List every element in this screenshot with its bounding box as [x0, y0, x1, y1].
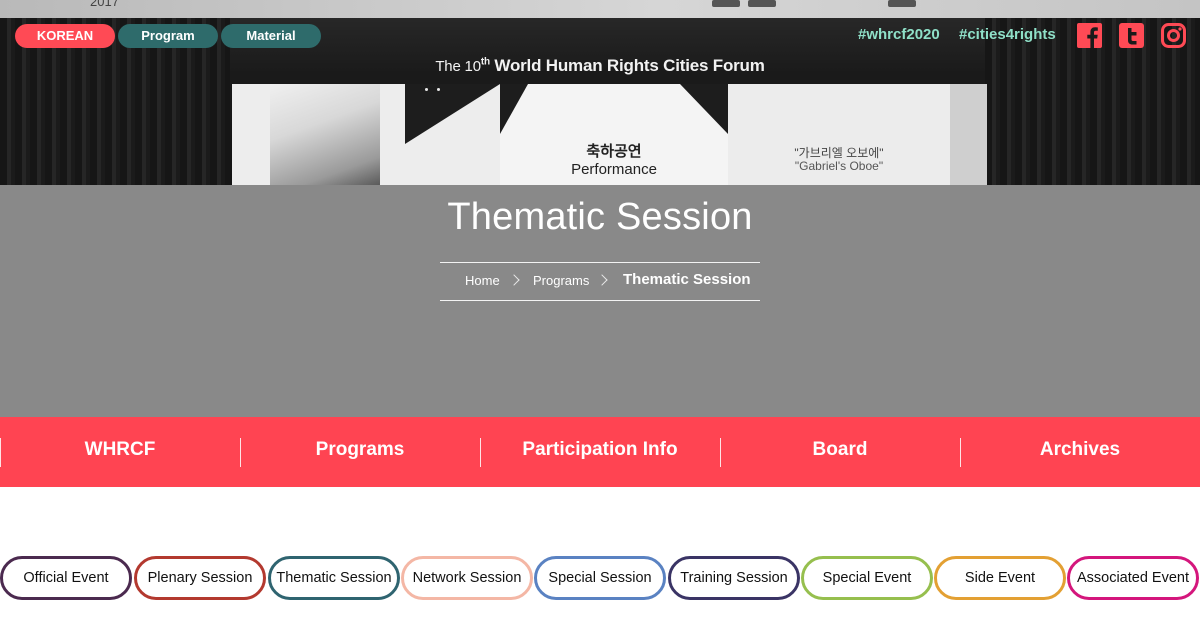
stage-title-pre: The 10	[435, 58, 481, 75]
tab-official-event[interactable]: Official Event	[0, 556, 132, 600]
hashtag-whrcf2020-link[interactable]: #whrcf2020	[858, 26, 940, 43]
nav-item-board[interactable]: Board	[720, 417, 960, 487]
tab-side-event[interactable]: Side Event	[934, 556, 1066, 600]
tab-special-session[interactable]: Special Session	[534, 556, 666, 600]
screen-right-en: "Gabriel's Oboe"	[794, 159, 884, 173]
nav-item-programs[interactable]: Programs	[240, 417, 480, 487]
hero-banner: 2017 축하공연 Performance "가브리엘 오보에" "Gabrie…	[0, 0, 1200, 185]
stage-title-sup: th	[480, 56, 490, 68]
sponsor-mark	[888, 0, 916, 7]
stage-photo	[270, 84, 380, 185]
tab-network-session[interactable]: Network Session	[401, 556, 533, 600]
screen-center-en: Performance	[571, 161, 657, 178]
chevron-right-icon	[508, 274, 520, 286]
tab-plenary-session[interactable]: Plenary Session	[134, 556, 266, 600]
main-navigation: WHRCF Programs Participation Info Board …	[0, 417, 1200, 487]
stage-truss	[680, 84, 728, 134]
session-category-tabs: Official Event Plenary Session Thematic …	[0, 556, 1200, 601]
sponsor-mark	[712, 0, 740, 7]
twitter-icon[interactable]	[1119, 23, 1144, 48]
hashtag-cities4rights-link[interactable]: #cities4rights	[959, 26, 1056, 43]
stage-light	[425, 88, 428, 91]
material-button[interactable]: Material	[221, 24, 321, 48]
sponsor-mark	[748, 0, 776, 7]
stage-title-main: World Human Rights Cities Forum	[494, 56, 765, 75]
stage-light	[437, 88, 440, 91]
korean-language-button[interactable]: KOREAN	[15, 24, 115, 48]
nav-item-archives[interactable]: Archives	[960, 417, 1200, 487]
stage-screen-edge	[950, 84, 987, 185]
hero-top-strip: 2017	[0, 0, 1200, 18]
forum-stage-title: The 10th World Human Rights Cities Forum	[0, 56, 1200, 76]
nav-item-participation-info[interactable]: Participation Info	[480, 417, 720, 487]
screen-center-kr: 축하공연	[586, 143, 642, 160]
breadcrumb-current: Thematic Session	[623, 271, 751, 288]
breadcrumb-programs-link[interactable]: Programs	[533, 273, 589, 288]
instagram-icon[interactable]	[1161, 23, 1186, 48]
stage-truss	[405, 84, 500, 144]
tab-associated-event[interactable]: Associated Event	[1067, 556, 1199, 600]
stage-truss	[500, 84, 528, 134]
hero-year-fragment: 2017	[90, 0, 119, 9]
breadcrumb-home-link[interactable]: Home	[465, 273, 500, 288]
nav-item-whrcf[interactable]: WHRCF	[0, 417, 240, 487]
tab-training-session[interactable]: Training Session	[668, 556, 800, 600]
chevron-right-icon	[596, 274, 608, 286]
stage-screen-right: "가브리엘 오보에" "Gabriel's Oboe"	[728, 84, 950, 185]
program-button[interactable]: Program	[118, 24, 218, 48]
page-title: Thematic Session	[447, 196, 753, 238]
facebook-icon[interactable]	[1077, 23, 1102, 48]
breadcrumb: Home Programs Thematic Session	[440, 262, 760, 301]
tab-thematic-session[interactable]: Thematic Session	[268, 556, 400, 600]
tab-special-event[interactable]: Special Event	[801, 556, 933, 600]
